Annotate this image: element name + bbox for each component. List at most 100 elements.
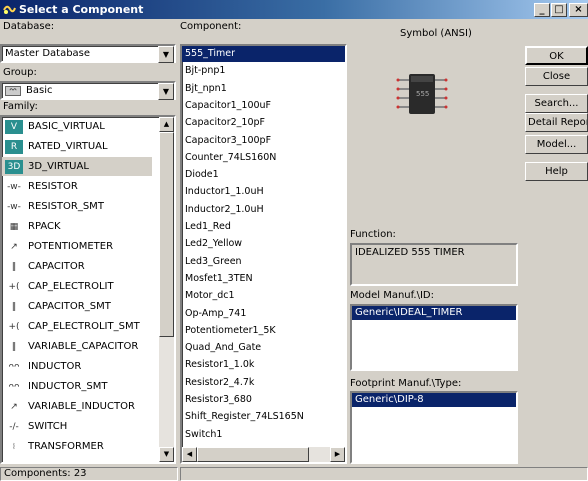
close-button[interactable]: Close	[525, 67, 588, 86]
family-item-basic-virtual[interactable]: V BASIC_VIRTUAL	[2, 117, 152, 136]
family-scroll-down-button[interactable]: ▼	[159, 447, 174, 462]
component-list[interactable]: 555_Timer Bjt-pnp1 Bjt_npn1 Capacitor1_100u…	[180, 44, 347, 464]
family-scroll-up-button[interactable]: ▲	[159, 117, 174, 132]
footprint-item[interactable]: Generic\DIP-8	[352, 393, 516, 407]
component-item[interactable]: Shift_Register_74LS165N	[182, 409, 345, 425]
component-item[interactable]: Capacitor2_10pF	[182, 115, 345, 131]
family-item-label: CAPACITOR	[28, 261, 85, 272]
component-item[interactable]: Inductor1_1.0uH	[182, 184, 345, 200]
family-item-resistor-smt[interactable]: -w- RESISTOR_SMT	[2, 197, 152, 216]
component-scroll-thumb[interactable]	[197, 447, 309, 462]
components-count: Components: 23	[0, 467, 178, 481]
component-item[interactable]: Mosfet1_3TEN	[182, 271, 345, 287]
component-item[interactable]: Led3_Green	[182, 254, 345, 270]
family-scrollbar[interactable]: ▲ ▼	[159, 117, 174, 462]
family-item-switch[interactable]: -/- SWITCH	[2, 417, 152, 436]
symbol-preview: 555	[350, 44, 518, 139]
family-item-rpack[interactable]: ▦ RPACK	[2, 217, 152, 236]
component-item[interactable]: Op-Amp_741	[182, 306, 345, 322]
family-item-capacitor[interactable]: ‖ CAPACITOR	[2, 257, 152, 276]
symbol-label: Symbol (ANSI)	[400, 28, 472, 39]
model-button[interactable]: Model...	[525, 135, 588, 154]
family-item-label: 3D_VIRTUAL	[28, 161, 89, 172]
component-scroll-right-button[interactable]: ▶	[330, 447, 345, 462]
rpack-icon: ▦	[5, 220, 23, 234]
group-select[interactable]: ᴖᴖ Basic ▼	[0, 81, 176, 100]
database-value: Master Database	[5, 48, 91, 59]
function-label: Function:	[350, 229, 396, 240]
component-item[interactable]: Bjt_npn1	[182, 81, 345, 97]
family-item-variable-inductor[interactable]: ↗ VARIABLE_INDUCTOR	[2, 397, 152, 416]
family-item-label: BASIC_VIRTUAL	[28, 121, 105, 132]
family-item-resistor[interactable]: -w- RESISTOR	[2, 177, 152, 196]
database-select[interactable]: Master Database ▼	[0, 44, 176, 63]
ok-button[interactable]: OK	[525, 46, 588, 65]
family-item-variable-capacitor[interactable]: ‖ VARIABLE_CAPACITOR	[2, 337, 152, 356]
component-item[interactable]: Led2_Yellow	[182, 236, 345, 252]
potentiometer-icon: ↗	[5, 240, 23, 254]
family-item-label: SWITCH	[28, 421, 68, 432]
window-title: Select a Component	[19, 3, 144, 16]
component-item[interactable]: Capacitor3_100pF	[182, 133, 345, 149]
family-item-cap-electrolit-smt[interactable]: +(CAP_ELECTROLIT_SMT	[2, 317, 152, 336]
family-item-label: VARIABLE_CAPACITOR	[28, 341, 139, 352]
family-item-3d-virtual[interactable]: 3D 3D_VIRTUAL	[2, 157, 152, 176]
family-item-label: RATED_VIRTUAL	[28, 141, 108, 152]
resistor-icon: -w-	[5, 180, 23, 194]
function-value: IDEALIZED 555 TIMER	[355, 247, 465, 258]
family-item-label: RESISTOR_SMT	[28, 201, 104, 212]
component-item[interactable]: Resistor2_4.7k	[182, 375, 345, 391]
component-hscrollbar[interactable]: ◀ ▶	[182, 447, 345, 462]
status-cell-empty	[180, 467, 588, 481]
title-bar[interactable]: Select a Component _ □ ×	[0, 0, 588, 19]
variable-capacitor-icon: ‖	[5, 340, 23, 354]
detail-report-button[interactable]: Detail Report	[525, 113, 588, 132]
basic-group-icon: ᴖᴖ	[5, 86, 21, 96]
component-item[interactable]: Resistor3_680	[182, 392, 345, 408]
cap-electrolit-icon: +(	[5, 280, 23, 294]
group-dropdown-button[interactable]: ▼	[158, 83, 174, 100]
component-item[interactable]: 555_Timer	[182, 46, 345, 62]
family-item-label: CAP_ELECTROLIT_SMT	[28, 321, 140, 332]
family-item-label: RESISTOR	[28, 181, 78, 192]
minimize-button[interactable]: _	[534, 3, 550, 17]
family-item-capacitor-smt[interactable]: ‖ CAPACITOR_SMT	[2, 297, 152, 316]
component-item[interactable]: Inductor2_1.0uH	[182, 202, 345, 218]
status-bar: Components: 23	[0, 466, 588, 481]
inductor-icon: ᴖᴖ	[5, 360, 23, 374]
component-item[interactable]: Counter_74LS160N	[182, 150, 345, 166]
model-list[interactable]: Generic\IDEAL_TIMER	[350, 304, 518, 371]
component-item[interactable]: Motor_dc1	[182, 288, 345, 304]
component-item[interactable]: Quad_And_Gate	[182, 340, 345, 356]
close-window-button[interactable]: ×	[569, 3, 588, 17]
family-item-transformer[interactable]: ⧘ TRANSFORMER	[2, 437, 152, 456]
rated-virtual-icon: R	[5, 140, 23, 154]
help-button[interactable]: Help	[525, 162, 588, 181]
maximize-button[interactable]: □	[551, 3, 567, 17]
component-item[interactable]: Resistor1_1.0k	[182, 357, 345, 373]
family-item-rated-virtual[interactable]: R RATED_VIRTUAL	[2, 137, 152, 156]
search-button[interactable]: Search...	[525, 94, 588, 113]
component-item[interactable]: Switch1	[182, 427, 345, 443]
group-value: Basic	[26, 85, 53, 96]
model-item[interactable]: Generic\IDEAL_TIMER	[352, 306, 516, 320]
component-item[interactable]: Bjt-pnp1	[182, 63, 345, 79]
component-item[interactable]: Potentiometer1_5K	[182, 323, 345, 339]
family-item-label: TRANSFORMER	[28, 441, 104, 452]
family-item-potentiometer[interactable]: ↗ POTENTIOMETER	[2, 237, 152, 256]
database-dropdown-button[interactable]: ▼	[158, 46, 174, 63]
family-scroll-thumb[interactable]	[159, 132, 174, 337]
family-item-cap-electrolit[interactable]: +(CAP_ELECTROLIT	[2, 277, 152, 296]
family-list[interactable]: V BASIC_VIRTUAL R RATED_VIRTUAL 3D 3D_VIRTUAL…	[0, 115, 176, 464]
family-item-inductor-smt[interactable]: ᴖᴖ INDUCTOR_SMT	[2, 377, 152, 396]
variable-inductor-icon: ↗	[5, 400, 23, 414]
component-item[interactable]: Capacitor1_100uF	[182, 98, 345, 114]
component-item[interactable]: Diode1	[182, 167, 345, 183]
component-item[interactable]: Led1_Red	[182, 219, 345, 235]
family-item-label: INDUCTOR_SMT	[28, 381, 108, 392]
footprint-list[interactable]: Generic\DIP-8	[350, 391, 518, 464]
component-scroll-left-button[interactable]: ◀	[182, 447, 197, 462]
switch-icon: -/-	[5, 420, 23, 434]
family-item-inductor[interactable]: ᴖᴖ INDUCTOR	[2, 357, 152, 376]
footprint-label: Footprint Manuf.\Type:	[350, 378, 462, 389]
